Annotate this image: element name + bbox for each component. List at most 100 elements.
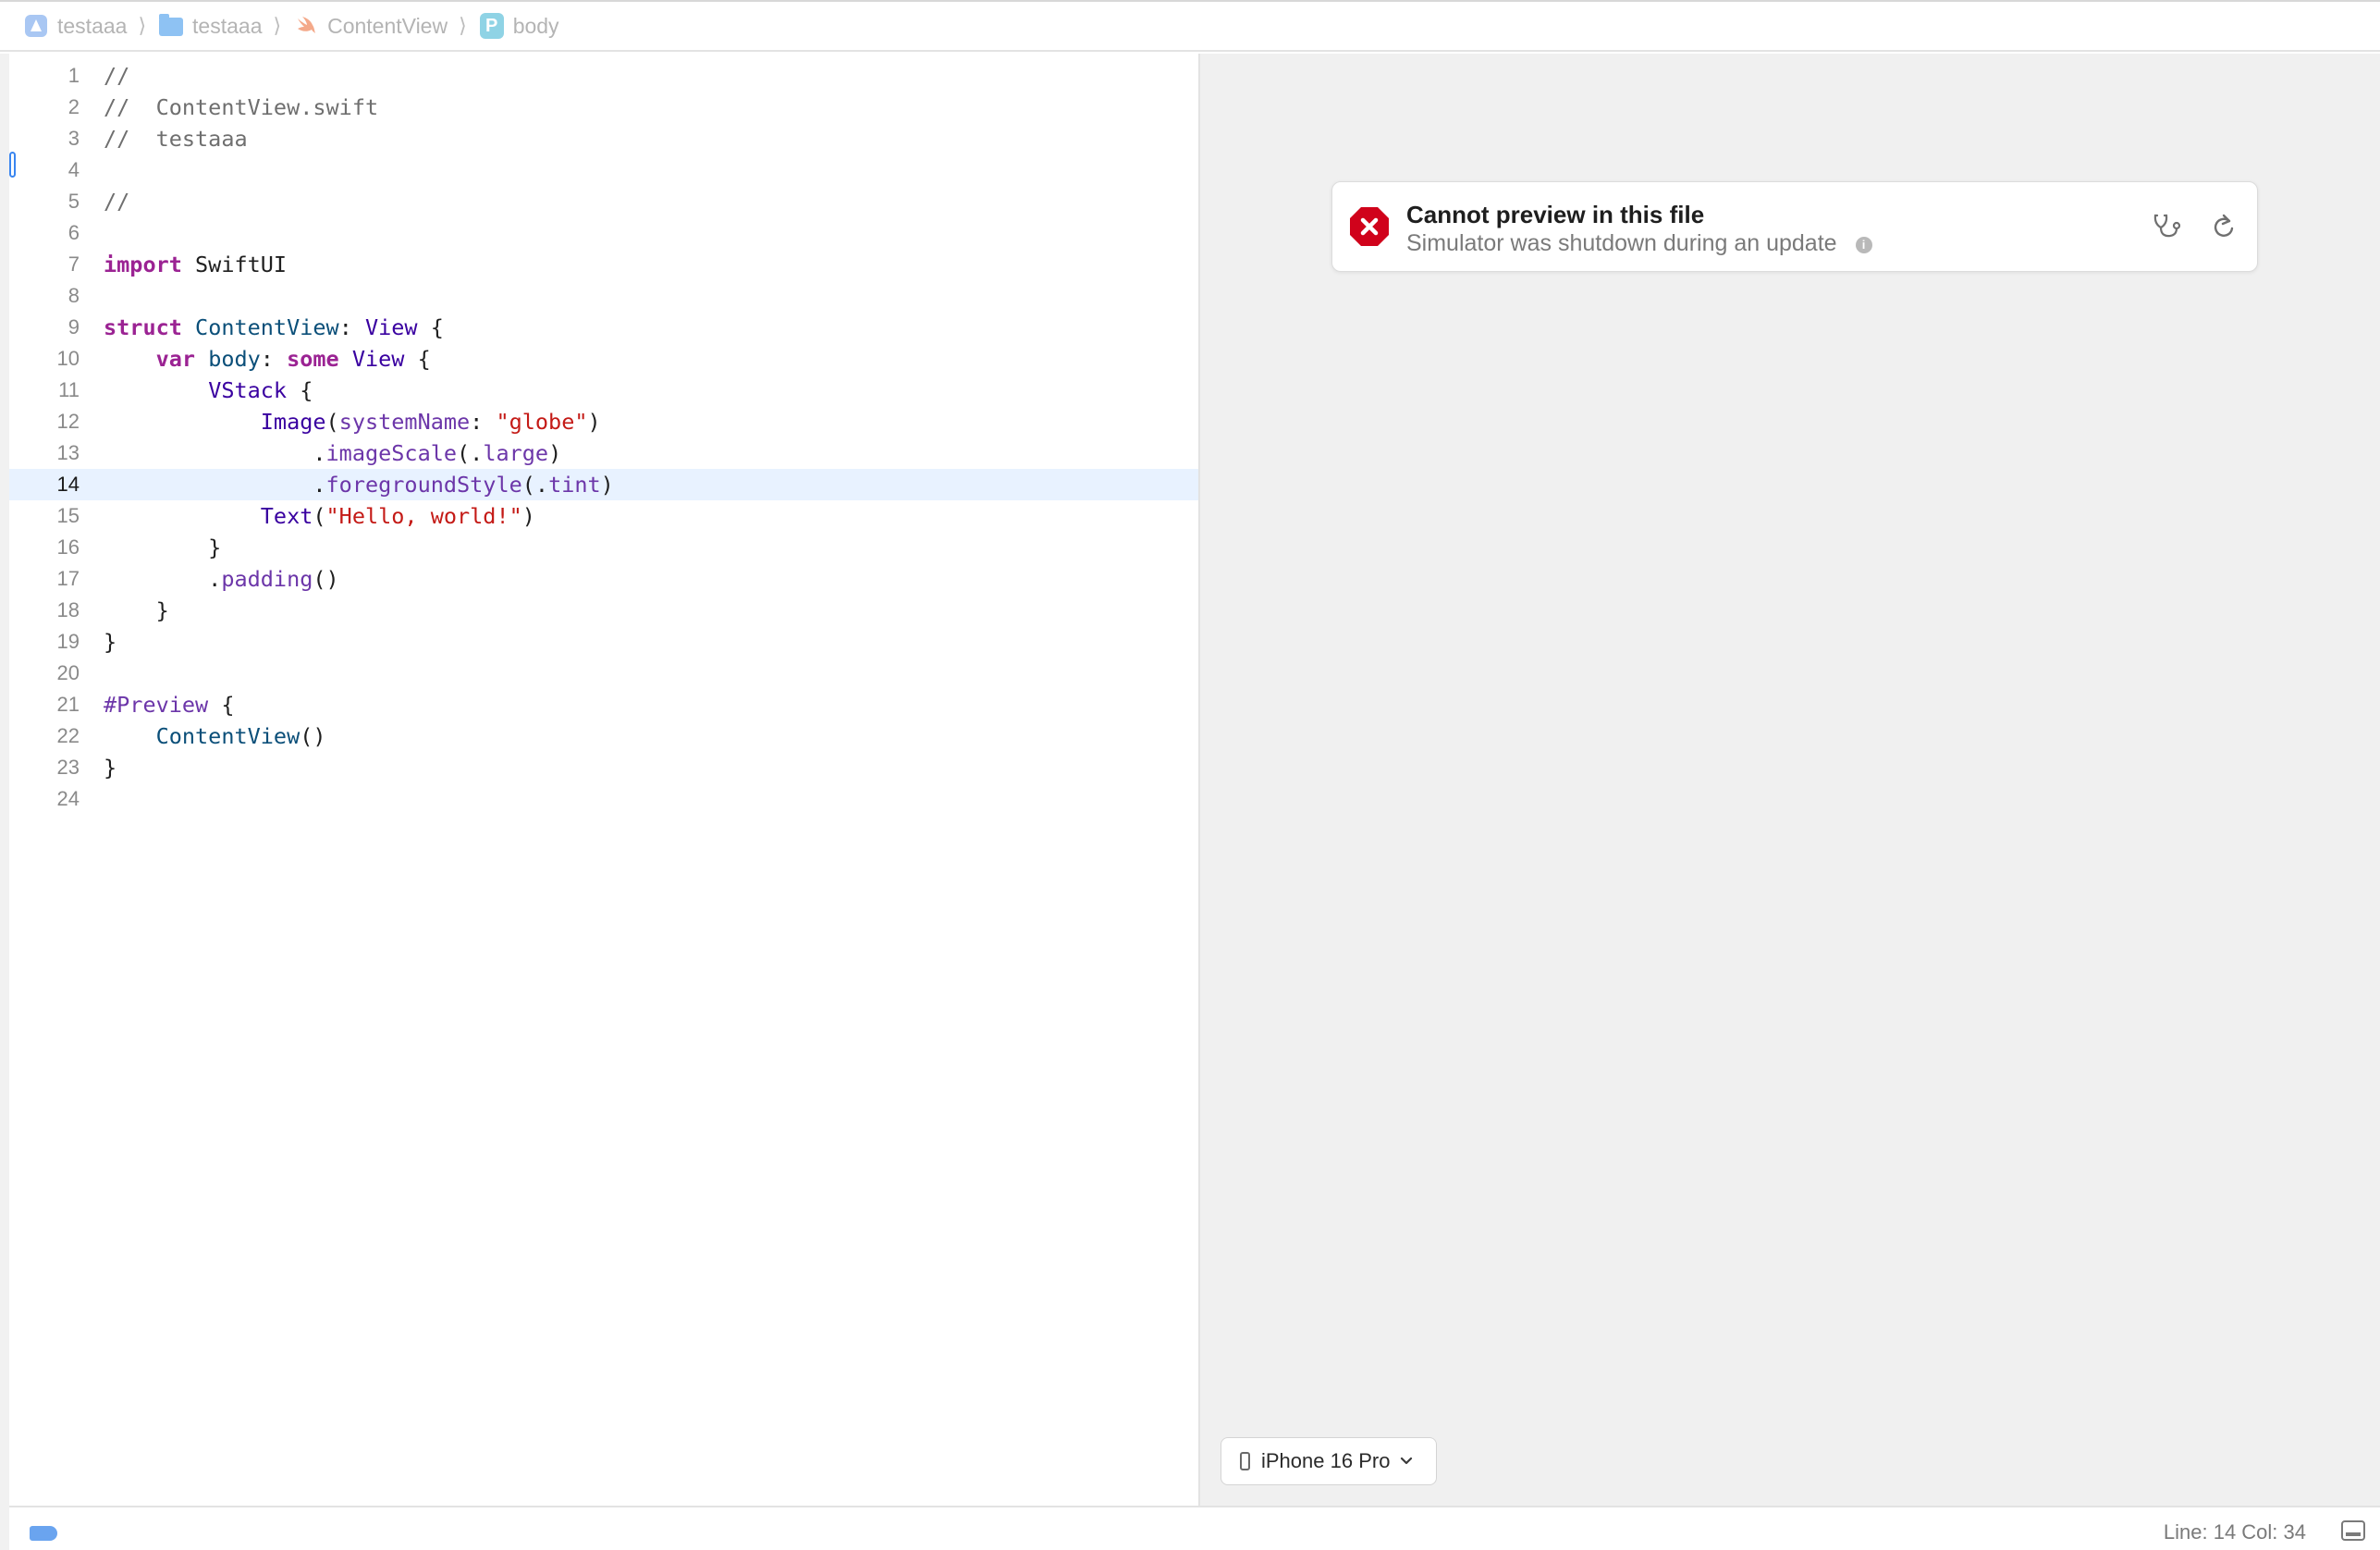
code-text: Image(systemName: "globe") [104,406,601,437]
code-line[interactable]: 2 // ContentView.swift [9,92,1198,123]
code-line[interactable]: 16 } [9,532,1198,563]
code-line[interactable]: 8 [9,280,1198,312]
line-number: 9 [67,315,80,338]
code-token: . [104,472,326,498]
code-line[interactable]: 3 // testaaa [9,123,1198,154]
code-line[interactable]: 5 // [9,186,1198,217]
code-token: ) [600,472,614,498]
code-token: foregroundStyle [325,472,522,498]
stethoscope-icon [2153,214,2181,238]
code-text: .foregroundStyle(.tint) [104,469,614,500]
code-line[interactable]: 18 } [9,595,1198,626]
code-token: (. [457,440,484,466]
code-line[interactable]: 22 ContentView() [9,720,1198,752]
code-token: padding [221,566,313,592]
breadcrumb-label: testaaa [57,13,128,38]
breadcrumb-label: testaaa [192,13,263,38]
code-token: : [470,409,497,435]
tag-icon[interactable] [30,1526,57,1541]
code-text: } [104,532,221,563]
breadcrumb-item-project[interactable]: testaaa ⟩ [24,14,159,39]
code-token: large [483,440,549,466]
code-token: View [351,346,405,372]
code-text: ContentView() [104,720,326,752]
code-token: // testaaa [104,126,248,152]
code-token: ( [325,409,339,435]
error-subtitle: Simulator was shutdown during an update i [1406,230,1872,257]
toggle-debug-area-icon[interactable] [2341,1520,2365,1541]
info-icon[interactable]: i [1855,237,1872,253]
code-line[interactable]: 17 .padding() [9,563,1198,595]
diagnostics-button[interactable] [2152,210,2185,243]
code-token: } [104,629,117,655]
code-text: } [104,595,169,626]
app-project-icon [24,14,48,38]
breadcrumb-label: body [512,13,559,38]
code-token: ( [313,503,326,529]
code-token: { [404,346,431,372]
line-number: 22 [56,724,80,747]
code-text: Text("Hello, world!") [104,500,535,532]
line-number: 14 [56,473,80,496]
breadcrumb-item-folder[interactable]: testaaa ⟩ [159,14,294,39]
code-line[interactable]: 10 var body: some View { [9,343,1198,375]
code-line[interactable]: 4 [9,154,1198,186]
line-number: 23 [56,756,80,779]
code-token: SwiftUI [181,252,288,277]
code-line[interactable]: 11 VStack { [9,375,1198,406]
code-line[interactable]: 6 [9,217,1198,249]
code-line[interactable]: 23} [9,752,1198,783]
code-token: "Hello, world!" [325,503,522,529]
code-line[interactable]: 24 [9,783,1198,815]
device-selector[interactable]: iPhone 16 Pro [1221,1437,1437,1485]
line-number: 21 [56,693,80,716]
code-text: struct ContentView: View { [104,312,444,343]
code-line[interactable]: 21 #Preview { [9,689,1198,720]
code-token: struct [104,314,182,340]
code-line[interactable]: 15 Text("Hello, world!") [9,500,1198,532]
swift-file-icon [294,14,318,38]
line-number: 8 [67,284,80,307]
code-line[interactable]: 1 // [9,60,1198,92]
code-token: Text [260,503,313,529]
code-line[interactable]: 7 import SwiftUI [9,249,1198,280]
code-line[interactable]: 13 .imageScale(.large) [9,437,1198,469]
code-line[interactable]: 19} [9,626,1198,658]
code-line[interactable]: 20 [9,658,1198,689]
breadcrumb-item-symbol[interactable]: P body [479,13,559,39]
chevron-right-icon: ⟩ [459,14,467,37]
code-line[interactable]: 12 Image(systemName: "globe") [9,406,1198,437]
refresh-button[interactable] [2207,210,2240,243]
code-text: import SwiftUI [104,249,287,280]
code-token: : [260,346,288,372]
code-token: "globe" [496,409,588,435]
line-number: 6 [67,221,80,244]
code-token: ContentView [195,314,339,340]
change-indicator[interactable] [9,152,16,178]
code-token: // [104,189,130,215]
code-text: var body: some View { [104,343,431,375]
code-text: .padding() [104,563,339,595]
code-token: import [104,252,182,277]
code-line[interactable]: 9 struct ContentView: View { [9,312,1198,343]
code-token: { [208,692,235,718]
line-number: 16 [56,535,80,559]
code-line[interactable]: 14 .foregroundStyle(.tint) [9,469,1198,500]
code-token: // [104,63,130,89]
code-token: { [417,314,444,340]
code-token: ) [548,440,562,466]
line-number: 19 [56,630,80,653]
line-number: 4 [67,158,80,181]
chevron-down-icon [1401,1457,1413,1465]
status-bar: Line: 14 Col: 34 [9,1506,2380,1550]
line-number: 15 [56,504,80,527]
code-token: } [104,535,222,560]
code-token: tint [548,472,601,498]
breadcrumb-item-file[interactable]: ContentView ⟩ [294,14,480,39]
source-editor[interactable]: 1 // 2 // ContentView.swift 3 // testaaa 4 5 // 6… [9,54,1200,1506]
line-number: 7 [67,252,80,276]
